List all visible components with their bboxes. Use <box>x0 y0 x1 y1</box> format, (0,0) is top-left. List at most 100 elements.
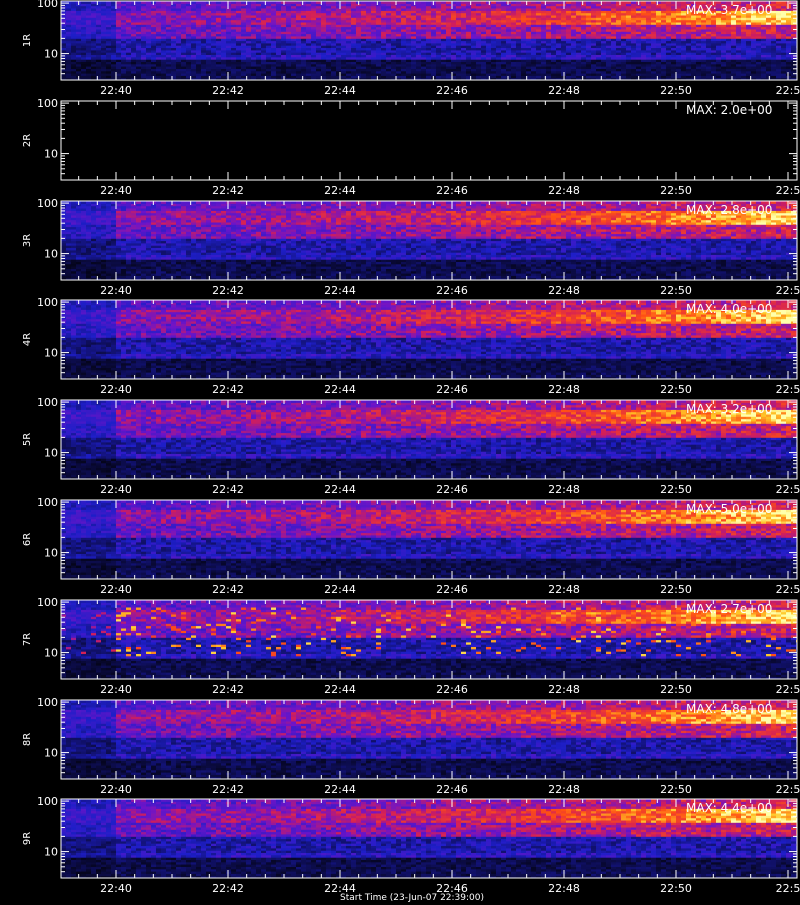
xtick-label: 22:44 <box>324 783 356 796</box>
ylabel: 4R <box>22 333 33 346</box>
ytick-label: 10 <box>44 647 58 660</box>
xtick-label: 22:46 <box>436 84 468 97</box>
xtick-label: 22:5 <box>776 683 800 696</box>
panel-2R: 101002R22:4022:4222:4422:4622:4822:5022:… <box>22 97 800 197</box>
xtick-label: 22:48 <box>548 483 580 496</box>
panel-8R: 10 100 8R 22:40 22:42 22:44 22:46 22:48 22:50 22:… <box>22 696 800 796</box>
xtick-label: 22:44 <box>324 84 356 97</box>
xtick-label: 22:40 <box>100 483 132 496</box>
xtick-label: 22:50 <box>660 683 692 696</box>
xtick-label: 22:5 <box>776 284 800 297</box>
max-annotation: MAX: 4.4e+00 <box>686 801 772 815</box>
ytick-label: 10 <box>44 747 58 760</box>
xtick-label: 22:46 <box>436 783 468 796</box>
xtick-label: 22:40 <box>100 583 132 596</box>
xtick-label: 22:46 <box>436 184 468 197</box>
xtick-label: 22:42 <box>212 783 244 796</box>
xtick-label: 22:40 <box>100 184 132 197</box>
xtick-label: 22:48 <box>548 783 580 796</box>
xtick-label: 22:5 <box>776 483 800 496</box>
xtick-label: 22:42 <box>212 84 244 97</box>
panel-3R: 101003R22:4022:4222:4422:4622:4822:5022:… <box>22 197 800 297</box>
ylabel: 9R <box>22 832 33 845</box>
ylabel: 7R <box>22 633 33 646</box>
xtick-label: 22:42 <box>212 583 244 596</box>
ytick-label: 10 <box>44 48 58 61</box>
ylabel: 2R <box>22 134 33 147</box>
xtick-label: 22:46 <box>436 383 468 396</box>
ytick-label: 10 <box>44 447 58 460</box>
xtick-label: 22:42 <box>212 284 244 297</box>
xtick-label: 22:42 <box>212 383 244 396</box>
xtick-label: 22:50 <box>660 783 692 796</box>
xtick-label: 22:44 <box>324 583 356 596</box>
ytick-label: 10 <box>44 347 58 360</box>
xtick-label: 22:50 <box>660 84 692 97</box>
xtick-label: 22:44 <box>324 383 356 396</box>
ytick-label: 10 <box>44 547 58 560</box>
xtick-label: 22:42 <box>212 683 244 696</box>
xtick-label: 22:5 <box>776 882 800 895</box>
ytick-label: 10 <box>44 148 58 161</box>
xtick-label: 22:50 <box>660 383 692 396</box>
xtick-label: 22:44 <box>324 683 356 696</box>
ytick-label: 100 <box>37 296 58 309</box>
xtick-label: 22:46 <box>436 683 468 696</box>
ylabel: 6R <box>22 533 33 546</box>
xtick-label: 22:50 <box>660 882 692 895</box>
ytick-label: 100 <box>37 197 58 210</box>
xtick-label: 22:48 <box>548 583 580 596</box>
xtick-label: 22:50 <box>660 184 692 197</box>
xtick-label: 22:5 <box>776 583 800 596</box>
xtick-label: 22:5 <box>776 383 800 396</box>
ylabel: 3R <box>22 234 33 247</box>
panel-7R: 10 100 7R 22:40 22:42 22:44 22:46 22:48 22:50 22:… <box>22 596 800 696</box>
xtick-label: 22:40 <box>100 84 132 97</box>
ylabel: 8R <box>22 733 33 746</box>
ytick-label: 100 <box>37 0 58 10</box>
x-axis-title: Start Time (23-Jun-07 22:39:00) <box>340 893 540 905</box>
ylabel: 5R <box>22 433 33 446</box>
xtick-label: 22:40 <box>100 683 132 696</box>
ytick-label: 100 <box>37 97 58 110</box>
panel-6R: 10 100 6R 22:40 22:42 22:44 22:46 22:48 22:50 22:… <box>22 496 800 596</box>
max-annotation: MAX: 3.2e+00 <box>686 402 772 416</box>
ytick-label: 10 <box>44 248 58 261</box>
xtick-label: 22:40 <box>100 783 132 796</box>
xtick-label: 22:46 <box>436 583 468 596</box>
xtick-label: 22:42 <box>212 483 244 496</box>
ytick-label: 100 <box>37 696 58 709</box>
xtick-label: 22:48 <box>548 284 580 297</box>
xtick-label: 22:5 <box>776 783 800 796</box>
max-annotation: MAX: 2.0e+00 <box>686 103 772 117</box>
panel-9R: 101009R22:4022:4222:4422:4622:4822:5022:… <box>22 795 800 895</box>
ytick-label: 10 <box>44 846 58 859</box>
xtick-label: 22:48 <box>548 683 580 696</box>
xtick-label: 22:50 <box>660 583 692 596</box>
xtick-label: 22:46 <box>436 483 468 496</box>
xtick-label: 22:44 <box>324 284 356 297</box>
xtick-label: 22:44 <box>324 483 356 496</box>
xtick-label: 22:5 <box>776 184 800 197</box>
max-annotation: MAX: 2.8e+00 <box>686 203 772 217</box>
xtick-label: 22:50 <box>660 284 692 297</box>
xtick-label: 22:48 <box>548 84 580 97</box>
spectrogram-figure: 10 100 1R 22:40 22:42 22:44 22:46 22:48 22:50 22:… <box>0 0 800 900</box>
xtick-label: 22:48 <box>548 882 580 895</box>
max-annotation: MAX: 3.7e+00 <box>686 3 772 17</box>
xtick-label: 22:42 <box>212 184 244 197</box>
xtick-label: 22:40 <box>100 284 132 297</box>
xtick-label: 22:44 <box>324 184 356 197</box>
xtick-label: 22:50 <box>660 483 692 496</box>
ytick-label: 100 <box>37 496 58 509</box>
max-annotation: MAX: 4.0e+00 <box>686 302 772 316</box>
xtick-label: 22:5 <box>776 84 800 97</box>
max-annotation: MAX: 5.0e+00 <box>686 502 772 516</box>
ytick-label: 100 <box>37 396 58 409</box>
xtick-label: 22:40 <box>100 383 132 396</box>
max-annotation: MAX: 2.7e+00 <box>686 602 772 616</box>
xtick-label: 22:40 <box>100 882 132 895</box>
ytick-label: 100 <box>37 596 58 609</box>
ylabel: 1R <box>22 34 33 47</box>
panel-4R: 101004R22:4022:4222:4422:4622:4822:5022:… <box>22 296 800 396</box>
